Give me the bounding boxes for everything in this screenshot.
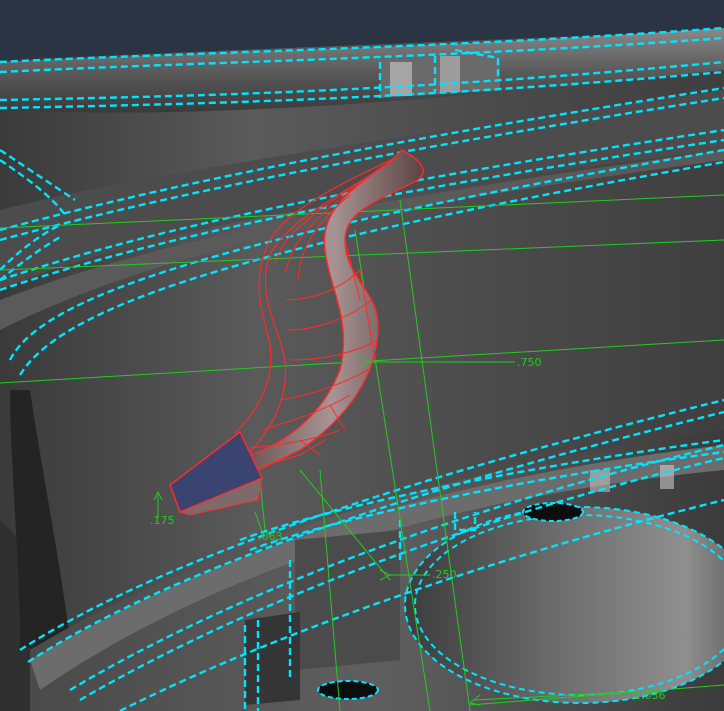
dimension-label-175: .175 [150, 514, 175, 527]
dimension-label-750: .750 [517, 356, 542, 369]
dimension-label-2036: 2.036 [634, 689, 666, 702]
dimension-label-250: .250 [432, 568, 457, 581]
dimension-label-063: .063 [258, 530, 283, 543]
model-canvas[interactable]: .750 .175 .063 .250 2.036 [0, 0, 724, 711]
cad-viewport[interactable]: .750 .175 .063 .250 2.036 [0, 0, 724, 711]
